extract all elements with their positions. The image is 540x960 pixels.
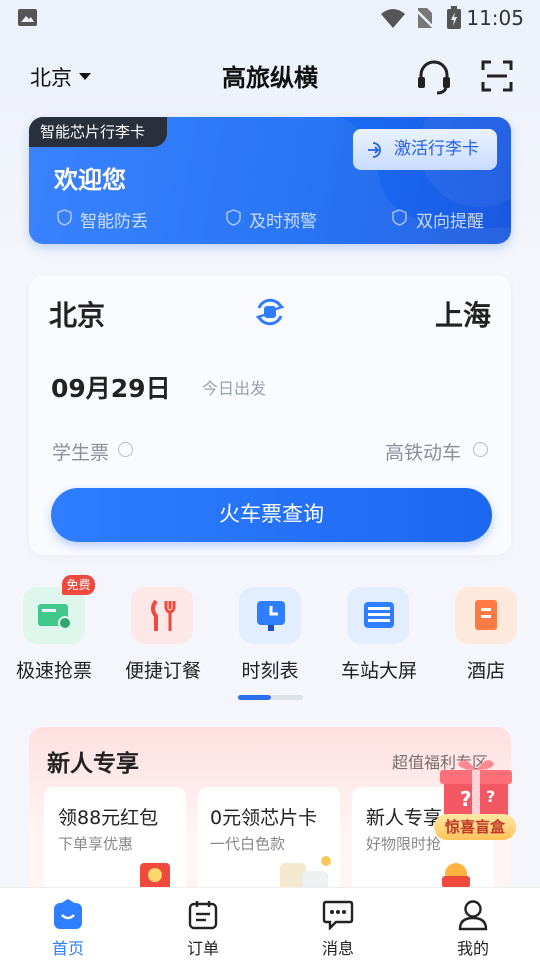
promo-card-title: 领88元红包	[58, 807, 159, 829]
free-badge: 免费	[62, 575, 95, 595]
blind-box-badge[interactable]: 惊喜盲盒	[434, 814, 516, 840]
shield-icon	[57, 209, 72, 226]
svg-text:?: ?	[460, 787, 472, 811]
promo-card-title: 新人专享	[366, 807, 443, 829]
high-speed-label[interactable]: 高铁动车	[385, 438, 461, 465]
swap-stations-icon[interactable]	[253, 295, 287, 329]
headset-icon[interactable]	[416, 58, 452, 96]
search-train-button[interactable]: 火车票查询	[51, 488, 492, 542]
quick-label-fast-ticket[interactable]: 极速抢票	[0, 656, 108, 683]
shield-icon	[392, 209, 407, 226]
fork-knife-icon	[151, 599, 176, 631]
banner-tag: 智能芯片行李卡	[29, 117, 167, 147]
promo-card-subtitle: 下单享优惠	[58, 835, 134, 853]
promo-card-subtitle: 好物限时抢	[366, 835, 442, 853]
quick-label-station-screen[interactable]: 车站大屏	[325, 656, 433, 683]
high-speed-radio[interactable]	[473, 442, 488, 457]
departure-date[interactable]: 09月29日	[51, 369, 171, 405]
pager-active	[238, 695, 271, 700]
departure-city[interactable]: 北京	[49, 294, 105, 334]
quick-item-hotel[interactable]	[455, 587, 517, 644]
nav-label-messages[interactable]: 消息	[298, 935, 378, 959]
app-title: 高旅纵横	[222, 64, 318, 92]
feature-anti-loss: 智能防丢	[80, 212, 148, 232]
wifi-icon	[381, 9, 405, 28]
promo-card-title: 0元领芯片卡	[210, 807, 318, 829]
nav-label-profile[interactable]: 我的	[433, 935, 513, 959]
scan-icon[interactable]	[481, 60, 513, 92]
no-sim-icon	[415, 8, 434, 28]
status-bar: 11:05	[0, 0, 540, 36]
activate-card-label: 激活行李卡	[394, 139, 479, 159]
feature-alert: 及时预警	[249, 212, 317, 232]
nav-label-home[interactable]: 首页	[28, 935, 108, 959]
ticket-icon	[38, 604, 72, 630]
promo-card-red-packet[interactable]: 领88元红包 下单享优惠	[44, 787, 186, 897]
welcome-text: 欢迎您	[54, 166, 126, 194]
student-ticket-radio[interactable]	[118, 442, 133, 457]
screen-icon	[364, 602, 394, 628]
shield-icon	[226, 209, 241, 226]
quick-item-station-screen[interactable]	[347, 587, 409, 644]
quick-item-timetable[interactable]	[239, 587, 301, 644]
nav-label-orders[interactable]: 订单	[163, 935, 243, 959]
quick-label-timetable[interactable]: 时刻表	[216, 656, 324, 683]
battery-charging-icon	[447, 6, 461, 29]
activate-card-button[interactable]: 激活行李卡	[353, 129, 497, 170]
svg-text:?: ?	[486, 787, 495, 806]
pager-inactive	[271, 695, 303, 700]
gallery-icon	[18, 9, 37, 26]
feature-reminder: 双向提醒	[416, 212, 484, 232]
quick-label-meal[interactable]: 便捷订餐	[109, 656, 217, 683]
prize-icon	[442, 863, 470, 888]
hotel-icon	[475, 600, 497, 630]
enter-icon	[368, 142, 381, 158]
orders-icon	[188, 901, 218, 930]
promo-card-chip-card[interactable]: 0元领芯片卡 一代白色款	[198, 787, 340, 897]
arrival-city[interactable]: 上海	[435, 294, 491, 334]
promo-title: 新人专享	[47, 751, 139, 777]
date-note: 今日出发	[202, 379, 267, 398]
quick-label-hotel[interactable]: 酒店	[432, 656, 540, 683]
message-icon	[322, 900, 354, 930]
promo-card-subtitle: 一代白色款	[210, 835, 286, 853]
clock-icon	[257, 601, 285, 631]
user-icon	[458, 900, 488, 931]
quick-item-meal[interactable]	[131, 587, 193, 644]
clock: 11:05	[466, 6, 524, 30]
quick-item-fast-ticket[interactable]	[23, 587, 85, 644]
student-ticket-label[interactable]: 学生票	[52, 438, 109, 465]
home-icon	[54, 899, 82, 929]
